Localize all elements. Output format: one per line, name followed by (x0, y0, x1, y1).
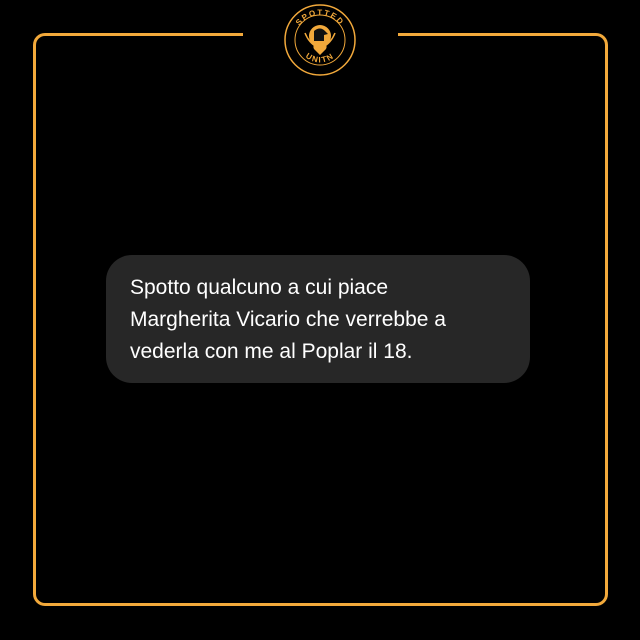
post-text-line: vederla con me al Poplar il 18. (130, 340, 413, 363)
spotted-unitn-logo: SPOTTED UNITN (284, 4, 356, 76)
post-text-line: Spotto qualcuno a cui piace (130, 276, 389, 299)
frame-border-bottom (240, 603, 400, 606)
post-text-line: Margherita Vicario che verrebbe a (130, 308, 446, 331)
post-message-bubble: Spotto qualcuno a cui piace Margherita V… (106, 255, 530, 383)
